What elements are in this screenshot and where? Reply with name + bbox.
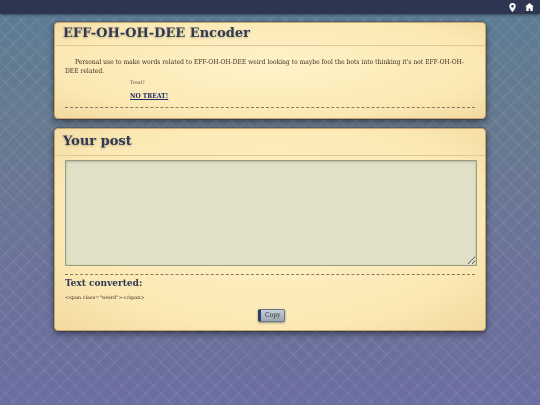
map-pin-icon-svg xyxy=(508,2,516,12)
description-text: Personal use to make words related to EF… xyxy=(65,59,464,75)
treat-question-text: Treat? xyxy=(130,81,145,86)
post-textarea[interactable] xyxy=(65,160,477,266)
divider xyxy=(65,107,475,108)
top-bar xyxy=(0,0,540,14)
map-pin-icon[interactable] xyxy=(503,0,521,14)
home-icon-svg xyxy=(524,3,534,11)
converted-heading: Text converted: xyxy=(65,279,143,289)
copy-button[interactable]: Copy xyxy=(258,309,286,322)
your-post-panel: Your post Text converted: <span class="w… xyxy=(54,128,486,331)
encoder-info-panel: EFF-OH-OH-DEE Encoder Personal use to ma… xyxy=(54,22,486,119)
converted-output: <span class="weird"></span> xyxy=(65,295,145,301)
home-icon[interactable] xyxy=(520,0,538,14)
no-treat-link[interactable]: NO TREAT! xyxy=(130,93,168,100)
divider xyxy=(65,274,475,275)
your-post-title: Your post xyxy=(55,129,485,156)
page-title: EFF-OH-OH-DEE Encoder xyxy=(55,23,485,46)
